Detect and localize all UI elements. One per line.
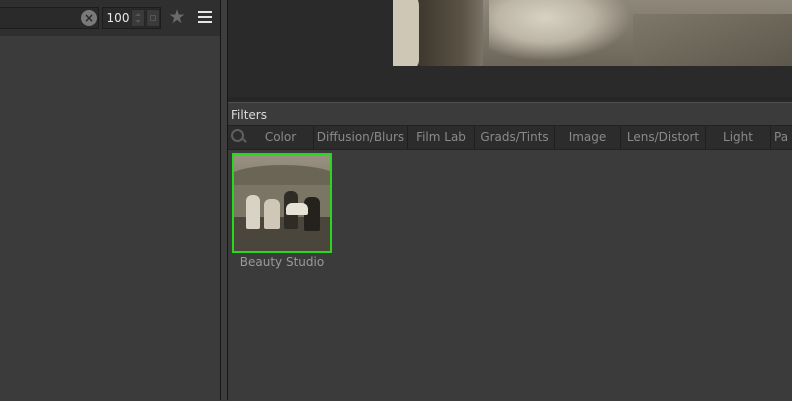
- tab-partial[interactable]: Pa: [771, 126, 792, 149]
- preview-image-region: [489, 0, 629, 60]
- search-icon[interactable]: [229, 128, 247, 146]
- top-toolbar: × 100 ★: [0, 0, 221, 36]
- filter-label[interactable]: Beauty Studio: [228, 255, 336, 269]
- tab-color[interactable]: Color: [248, 126, 314, 149]
- opacity-stepper[interactable]: [131, 9, 145, 27]
- preview-image[interactable]: [393, 0, 792, 66]
- preview-image-region: [393, 0, 419, 66]
- search-input[interactable]: ×: [0, 7, 99, 29]
- square-icon: [150, 15, 156, 21]
- filters-title: Filters: [231, 108, 267, 122]
- preview-image-region: [413, 0, 483, 66]
- tab-lens-distort[interactable]: Lens/Distort: [621, 126, 706, 149]
- stepper-down-icon[interactable]: [135, 20, 141, 23]
- category-tab-bar: Color Diffusion/Blurs Film Lab Grads/Tin…: [228, 125, 792, 150]
- opacity-value[interactable]: 100: [105, 8, 131, 28]
- stepper-up-icon[interactable]: [135, 13, 141, 16]
- tab-light[interactable]: Light: [706, 126, 771, 149]
- tab-diffusion-blurs[interactable]: Diffusion/Blurs: [314, 126, 408, 149]
- star-icon[interactable]: ★: [167, 7, 187, 27]
- preview-image-region: [633, 14, 792, 66]
- tab-grads-tints[interactable]: Grads/Tints: [475, 126, 555, 149]
- clear-icon[interactable]: ×: [81, 10, 97, 26]
- hamburger-menu-icon[interactable]: [197, 10, 213, 24]
- tab-film-lab[interactable]: Film Lab: [408, 126, 475, 149]
- vertical-divider: [220, 0, 221, 400]
- filters-panel: Filters Color Diffusion/Blurs Film Lab G…: [228, 102, 792, 401]
- reset-button[interactable]: [146, 9, 160, 27]
- opacity-field[interactable]: 100: [102, 7, 161, 29]
- filter-thumbnail[interactable]: [232, 153, 332, 253]
- tab-image[interactable]: Image: [555, 126, 621, 149]
- preview-area[interactable]: [228, 0, 792, 97]
- left-panel: [0, 0, 221, 400]
